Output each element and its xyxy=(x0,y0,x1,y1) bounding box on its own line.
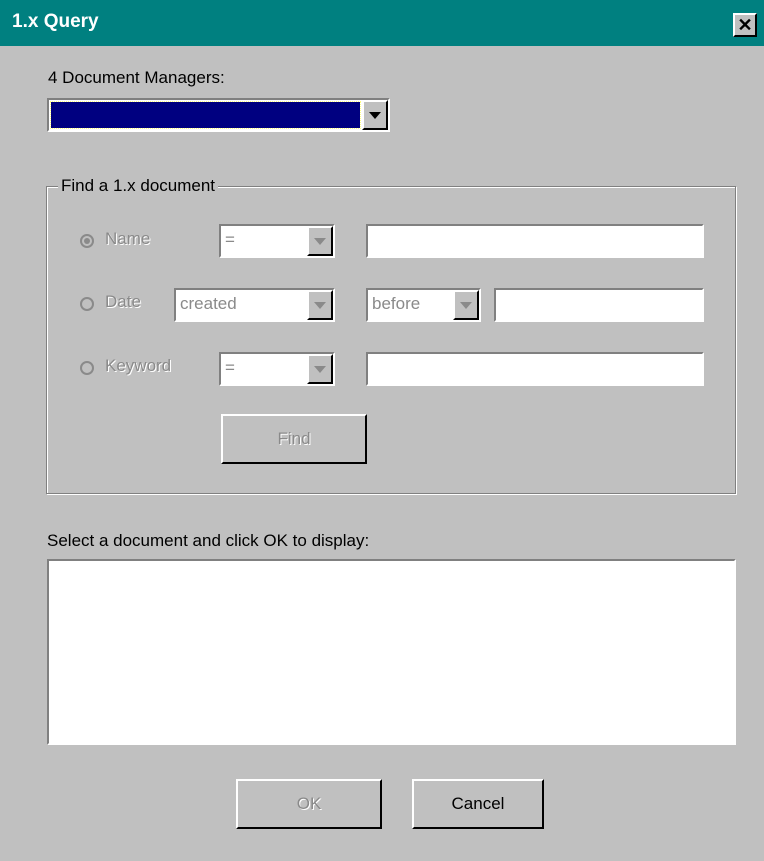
keyword-label: Keyword xyxy=(105,356,172,375)
managers-dropdown-arrow[interactable] xyxy=(362,100,388,130)
name-operator-dropdown[interactable]: = xyxy=(219,224,335,258)
date-input[interactable] xyxy=(494,288,704,322)
results-label: Select a document and click OK to displa… xyxy=(47,531,370,550)
date-operator-arrow[interactable] xyxy=(453,290,479,320)
cancel-button-label: Cancel xyxy=(451,794,505,813)
date-field-arrow[interactable] xyxy=(307,290,333,320)
find-button-label: Find xyxy=(277,429,311,448)
query-dialog: 1.x Query ✕ 4 Document Managers: Find a … xyxy=(0,0,764,861)
keyword-operator-dropdown[interactable]: = xyxy=(219,352,335,386)
name-input[interactable] xyxy=(366,224,704,258)
cancel-button[interactable]: Cancel xyxy=(412,779,544,829)
name-label: Name xyxy=(105,229,151,248)
date-radio[interactable] xyxy=(80,297,94,311)
keyword-operator-value: = xyxy=(225,358,235,377)
chevron-down-icon xyxy=(314,301,326,309)
close-icon: ✕ xyxy=(737,15,753,35)
chevron-down-icon xyxy=(369,111,381,119)
chevron-down-icon xyxy=(314,237,326,245)
date-operator-value: before xyxy=(372,294,421,313)
find-button[interactable]: Find xyxy=(221,414,367,464)
date-operator-dropdown[interactable]: before xyxy=(366,288,481,322)
keyword-radio[interactable] xyxy=(80,361,94,375)
keyword-input[interactable] xyxy=(366,352,704,386)
date-field-dropdown[interactable]: created xyxy=(174,288,335,322)
name-operator-value: = xyxy=(225,230,235,249)
title-bar[interactable]: 1.x Query ✕ xyxy=(0,0,764,46)
name-radio[interactable] xyxy=(80,234,94,248)
managers-label: 4 Document Managers: xyxy=(48,68,225,87)
keyword-operator-arrow[interactable] xyxy=(307,354,333,384)
ok-button-label: OK xyxy=(296,794,322,813)
date-label: Date xyxy=(105,292,141,311)
name-operator-arrow[interactable] xyxy=(307,226,333,256)
managers-dropdown[interactable] xyxy=(47,98,390,132)
date-field-value: created xyxy=(180,294,237,313)
chevron-down-icon xyxy=(460,301,472,309)
close-button[interactable]: ✕ xyxy=(733,13,757,37)
ok-button[interactable]: OK xyxy=(236,779,382,829)
chevron-down-icon xyxy=(314,365,326,373)
window-title: 1.x Query xyxy=(12,11,99,32)
managers-selected-value xyxy=(50,101,361,129)
find-group-label: Find a 1.x document xyxy=(58,176,219,196)
document-listbox[interactable] xyxy=(47,559,736,745)
